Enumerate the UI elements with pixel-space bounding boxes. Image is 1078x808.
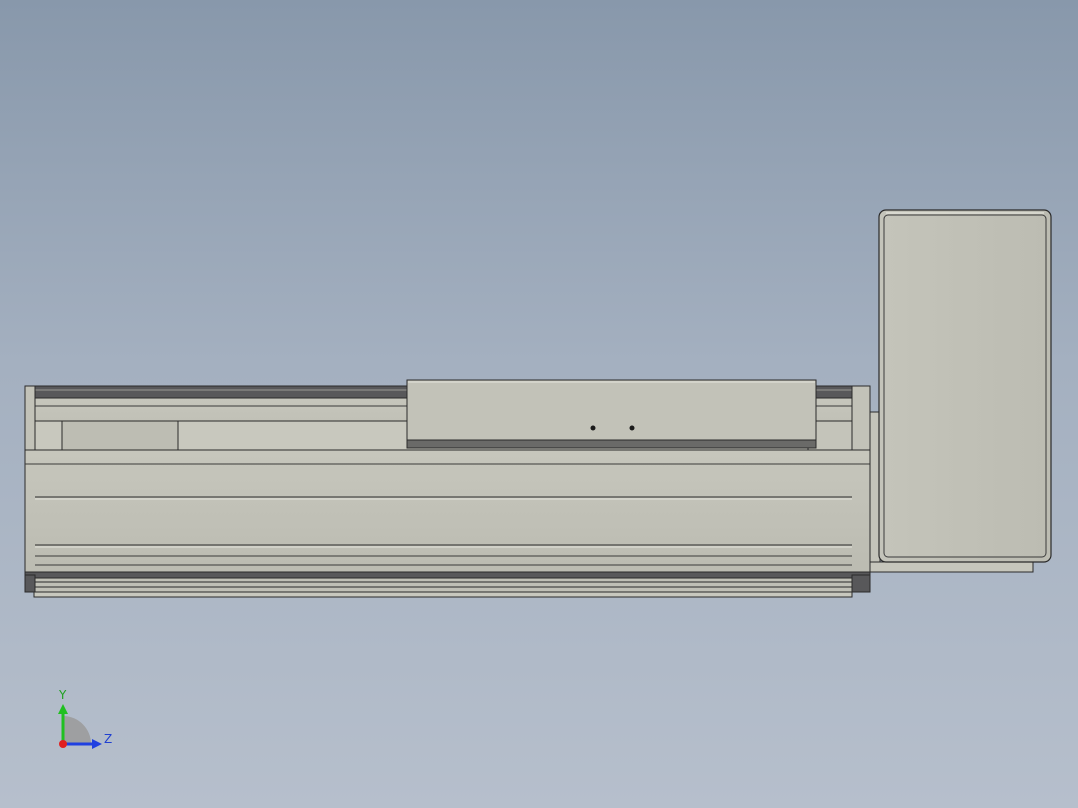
cad-viewport[interactable]: Y Z xyxy=(0,0,1078,808)
triad-y-label: Y xyxy=(59,688,67,702)
triad-z-label: Z xyxy=(104,732,113,746)
coordinate-triad xyxy=(58,704,102,749)
